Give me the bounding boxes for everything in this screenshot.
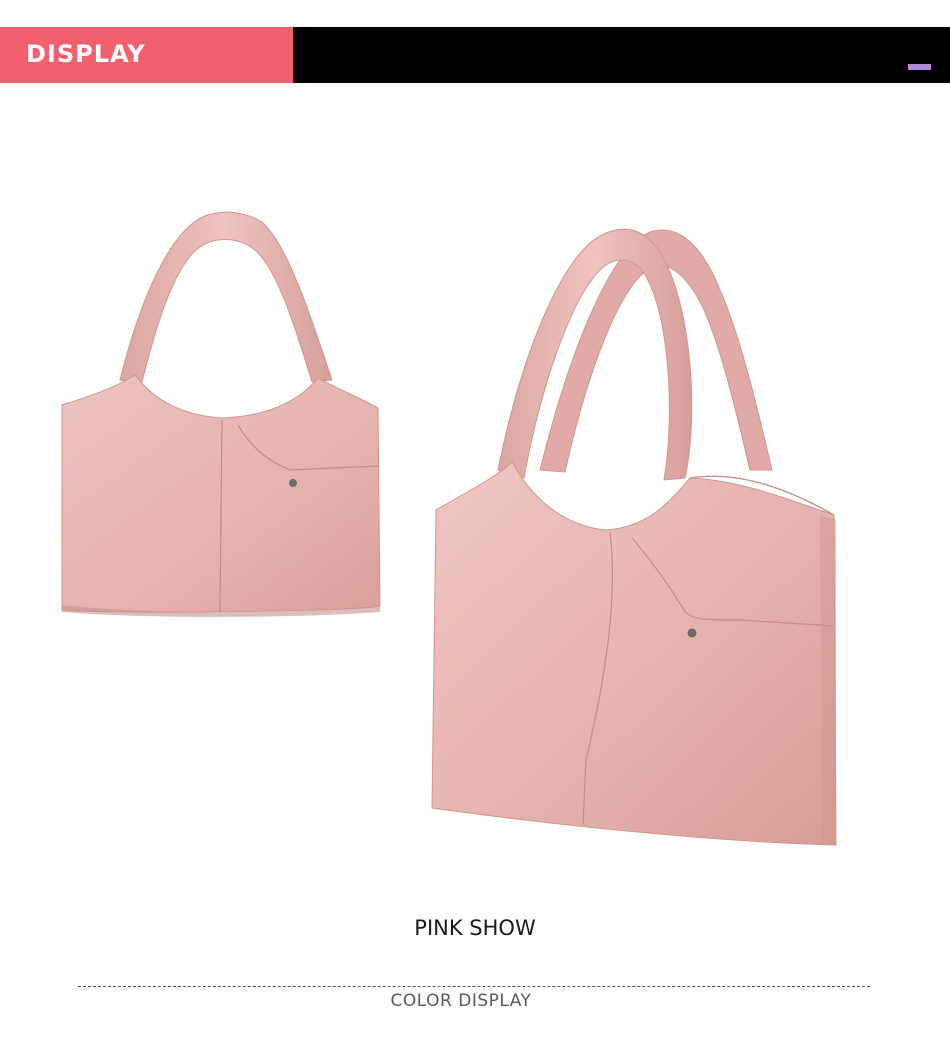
product-photo (61, 211, 837, 846)
footer-divider (78, 986, 870, 987)
header-title: DISPLAY (26, 40, 146, 68)
header-tab: DISPLAY (0, 27, 293, 83)
bag-front-rivet (289, 479, 297, 487)
bag-side-rivet (687, 628, 697, 638)
header-banner: DISPLAY (0, 27, 950, 83)
bag-side-view (431, 228, 837, 846)
header-marker (908, 64, 931, 70)
bag-front-view (61, 211, 381, 617)
footer-label: COLOR DISPLAY (390, 991, 532, 1011)
bag-front-handle (119, 211, 333, 383)
bag-side-body (431, 461, 837, 846)
color-caption: PINK SHOW (414, 916, 536, 940)
